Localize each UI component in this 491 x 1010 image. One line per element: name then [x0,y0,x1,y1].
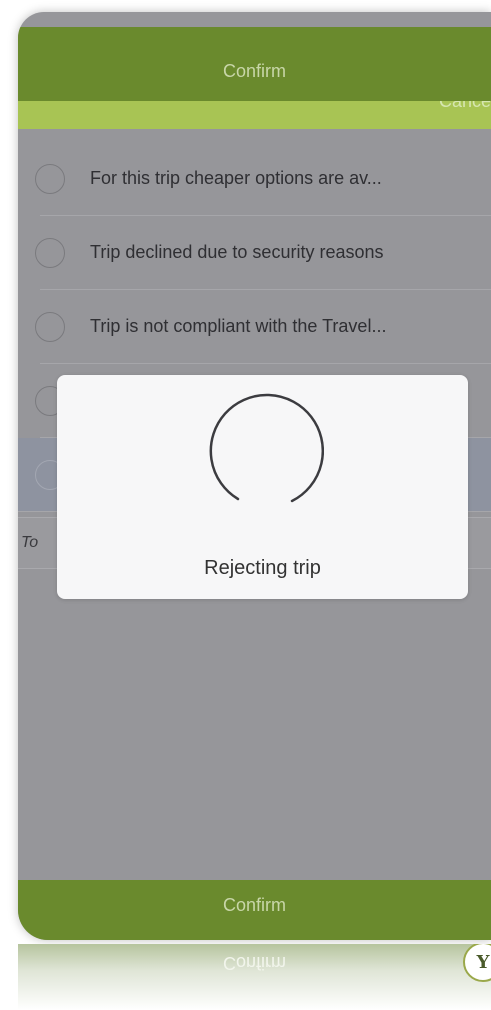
reason-option[interactable]: Trip is not compliant with the Travel... [35,290,491,364]
logo-badge-icon: Y [463,944,491,982]
confirm-button-label: Confirm [222,894,286,915]
radio-icon[interactable] [35,237,65,268]
loading-dialog: Rejecting trip [57,375,468,599]
sub-bar: Cancel [18,101,491,129]
reflection: Confirm Y [18,944,491,1010]
reason-label: For this trip cheaper options are av... [90,168,382,188]
reflection-label: Confirm [222,953,286,973]
reason-option[interactable]: Trip declined due to security reasons [35,216,491,290]
cancel-button[interactable]: Cancel [439,101,491,112]
reason-label: Trip declined due to security reasons [90,242,384,262]
confirm-button[interactable]: Confirm [18,880,491,940]
comment-placeholder: To [21,534,39,551]
loading-message: Rejecting trip [204,557,321,579]
radio-icon[interactable] [35,163,65,194]
confirm-title: Confirm [222,61,286,81]
spinner-icon [209,393,324,503]
radio-icon[interactable] [35,311,65,342]
top-bar: Confirm [18,27,491,101]
reason-option[interactable]: For this trip cheaper options are av... [35,142,491,216]
reason-label: Trip is not compliant with the Travel... [90,316,387,336]
